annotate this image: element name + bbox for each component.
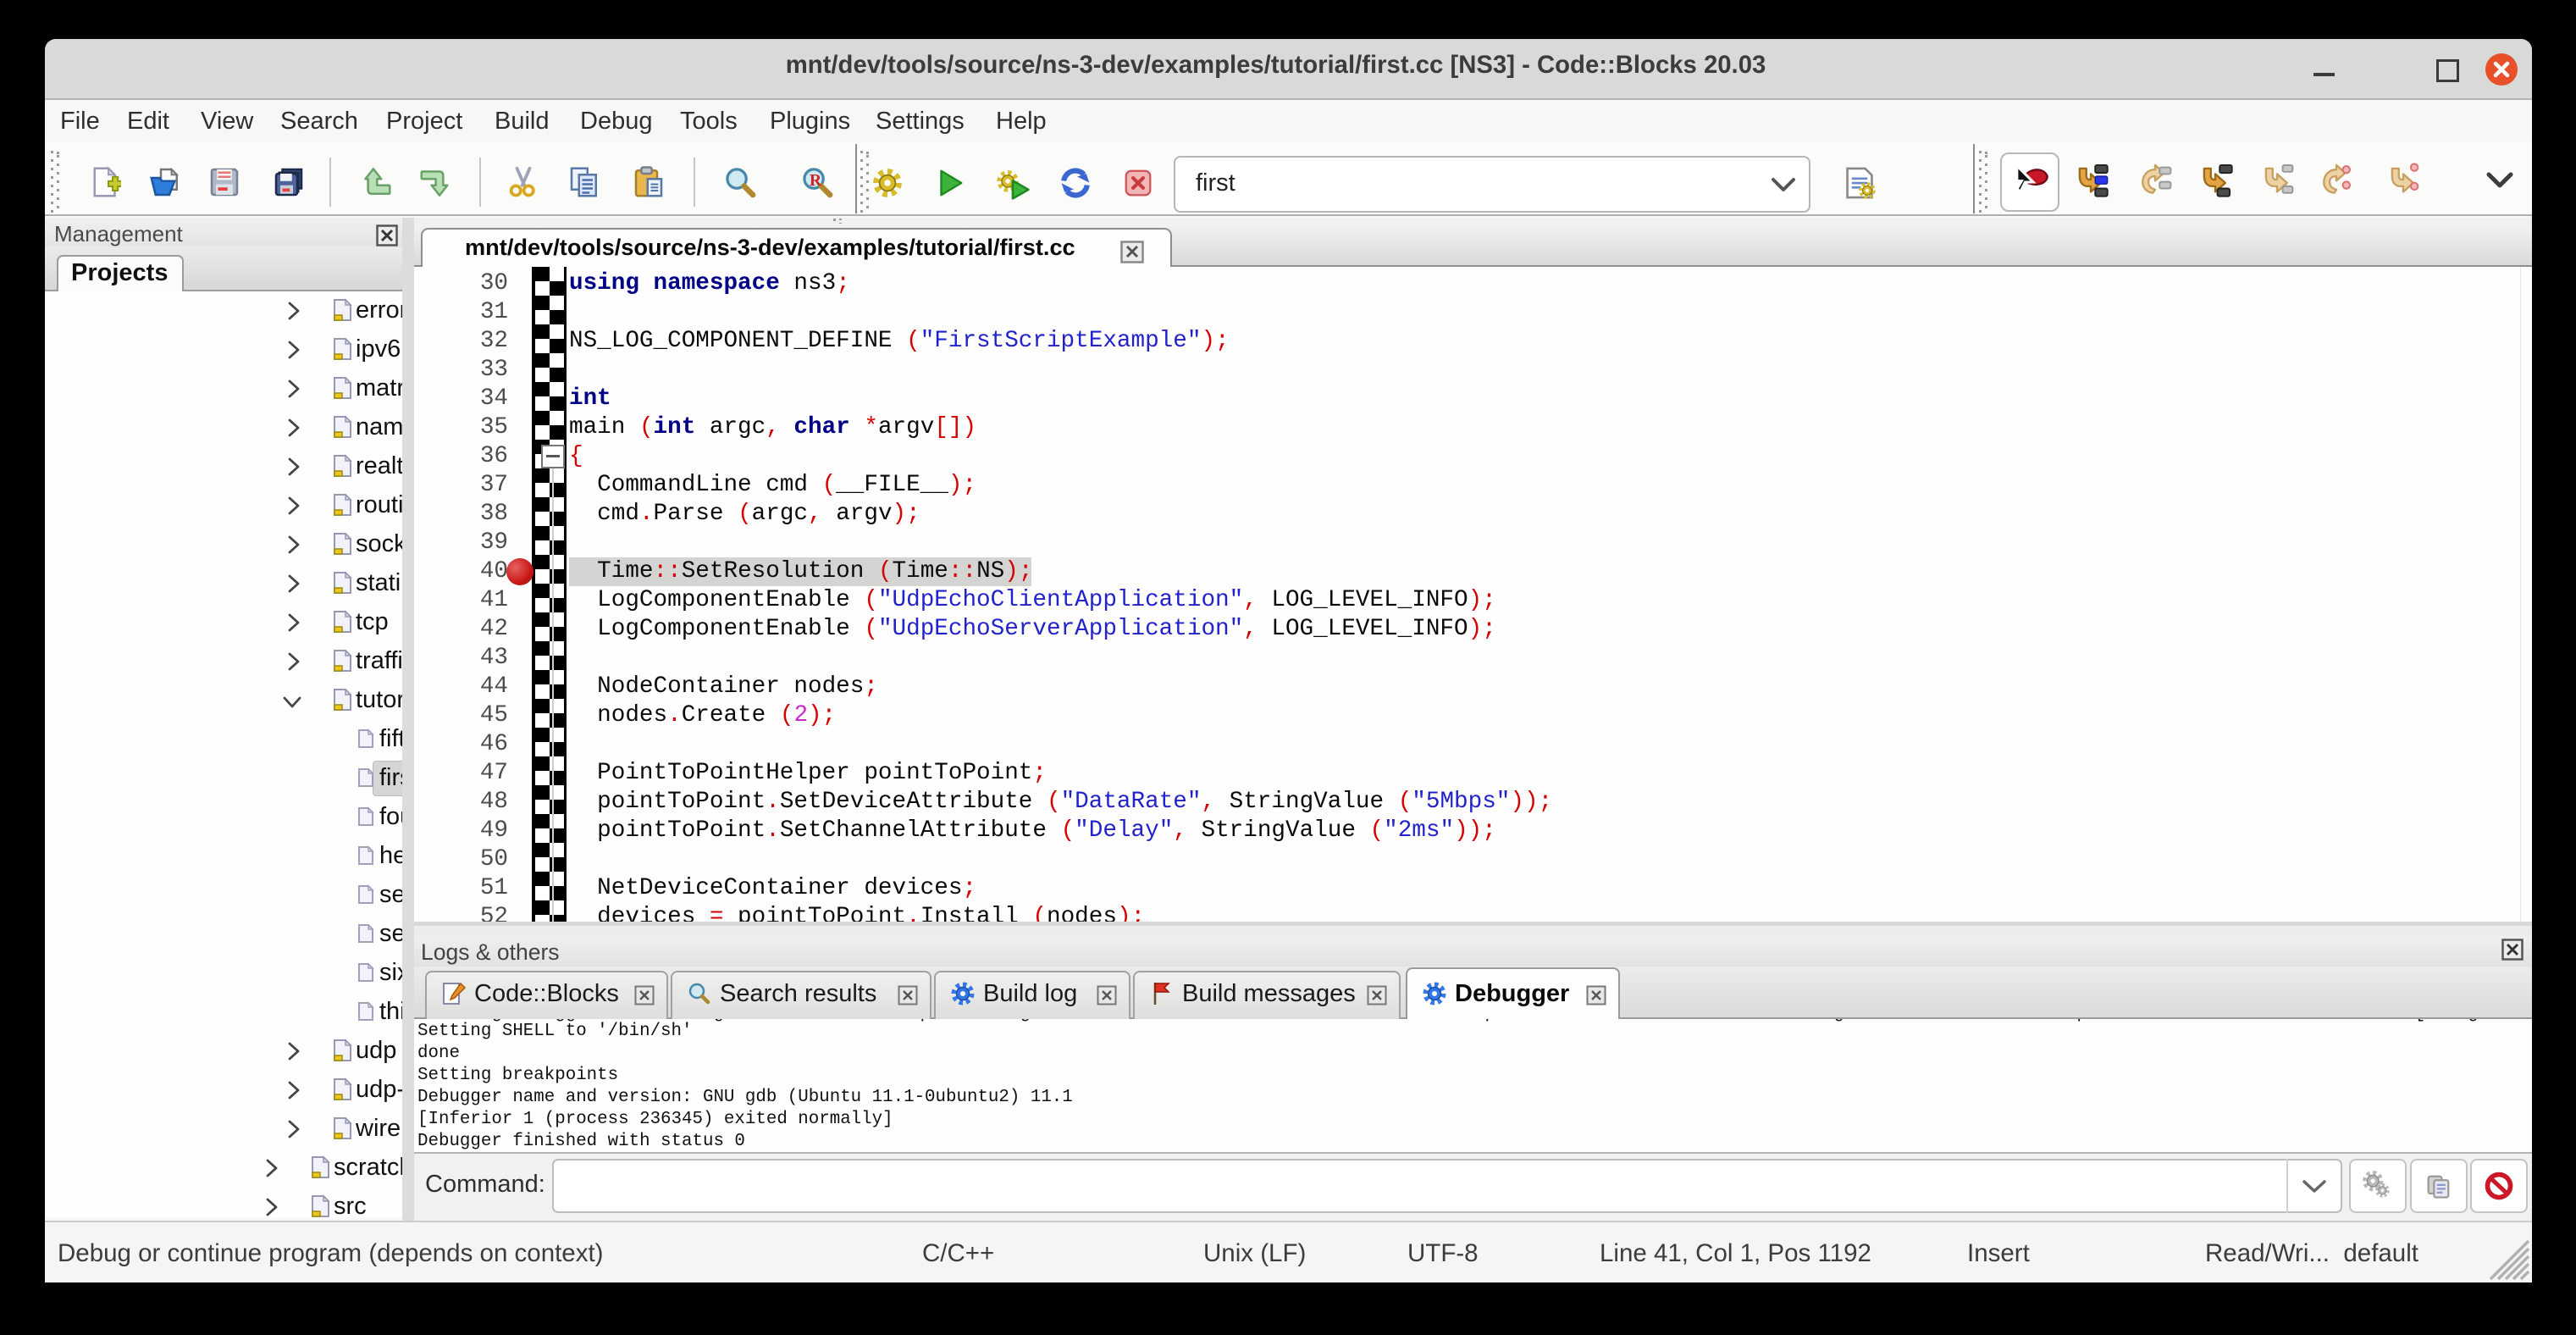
svg-text:R: R	[810, 171, 822, 190]
